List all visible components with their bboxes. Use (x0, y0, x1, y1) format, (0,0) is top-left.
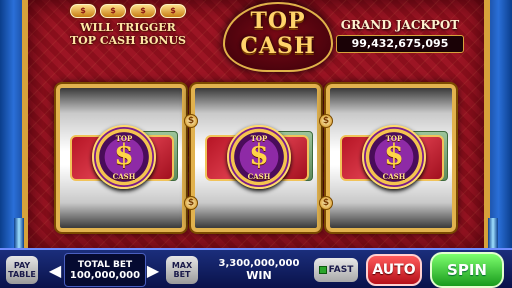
dollar-bolt-icon: $ (319, 114, 333, 128)
jackpot-value: 99,432,675,095 (336, 35, 464, 53)
dollar-gem-icon: $ (130, 4, 156, 18)
dollar-coin-icon: TOP $ CASH (92, 125, 156, 189)
reel-2: TOP $ CASH (191, 84, 321, 232)
dollar-bolt-icon: $ (319, 196, 333, 210)
dollar-coin-icon: TOP $ CASH (362, 125, 426, 189)
bonus-gem-row: $ $ $ $ (58, 4, 198, 18)
reel-3: TOP $ CASH (326, 84, 456, 232)
maxbet-label-line2: BET (173, 270, 191, 279)
auto-spin-button[interactable]: AUTO (366, 254, 422, 286)
cabinet-pole (14, 218, 24, 248)
paytable-label-line1: PAY (13, 261, 31, 270)
total-bet-label: TOTAL BET (77, 259, 133, 270)
max-bet-button[interactable]: MAX BET (166, 256, 198, 284)
top-cash-symbol: TOP $ CASH (70, 125, 178, 191)
coin-bottom-text: CASH (382, 172, 406, 181)
cabinet-pole (488, 218, 498, 248)
dollar-gem-icon: $ (70, 4, 96, 18)
fast-toggle[interactable]: FAST (314, 258, 358, 282)
win-label: WIN (246, 269, 272, 282)
dollar-sign: $ (384, 138, 404, 171)
dollar-sign: $ (249, 138, 269, 171)
maxbet-label-line1: MAX (171, 261, 193, 270)
jackpot-title: GRAND JACKPOT (340, 18, 460, 32)
win-amount: 3,300,000,000 (218, 258, 300, 269)
dollar-bolt-icon: $ (184, 114, 198, 128)
machine-header: $ $ $ $ WILL TRIGGER TOP CASH BONUS TOP … (28, 0, 484, 80)
bonus-text-line1: WILL TRIGGER (80, 21, 176, 34)
increase-bet-arrow-icon[interactable]: ▶ (146, 258, 160, 282)
slot-game-screen: $ $ $ $ WILL TRIGGER TOP CASH BONUS TOP … (0, 0, 512, 288)
paytable-label-line2: TABLE (8, 270, 36, 279)
decrease-bet-arrow-icon[interactable]: ◀ (48, 258, 62, 282)
top-cash-symbol: TOP $ CASH (340, 125, 448, 191)
dollar-gem-icon: $ (100, 4, 126, 18)
bonus-trigger-info: $ $ $ $ WILL TRIGGER TOP CASH BONUS (58, 4, 198, 64)
control-bar: PAY TABLE ◀ TOTAL BET 100,000,000 ▶ MAX … (0, 248, 512, 288)
reel-1: TOP $ CASH (56, 84, 186, 232)
logo-line1: TOP (250, 8, 306, 34)
bonus-text-line2: TOP CASH BONUS (70, 34, 186, 47)
dollar-bolt-icon: $ (184, 196, 198, 210)
grand-jackpot: GRAND JACKPOT 99,432,675,095 (336, 18, 464, 53)
coin-bottom-text: CASH (247, 172, 271, 181)
coin-bottom-text: CASH (112, 172, 136, 181)
dollar-sign: $ (114, 138, 134, 171)
win-display: 3,300,000,000 WIN (212, 253, 306, 287)
paytable-button[interactable]: PAY TABLE (6, 256, 38, 284)
total-bet-display: TOTAL BET 100,000,000 (64, 253, 146, 287)
total-bet-value: 100,000,000 (69, 269, 141, 281)
logo-line2: CASH (240, 33, 316, 59)
checkbox-icon (318, 266, 327, 274)
top-cash-logo: TOP CASH (223, 2, 333, 72)
spin-button[interactable]: SPIN (430, 252, 504, 288)
fast-label: FAST (328, 265, 354, 275)
dollar-gem-icon: $ (160, 4, 186, 18)
top-cash-symbol: TOP $ CASH (205, 125, 313, 191)
dollar-coin-icon: TOP $ CASH (227, 125, 291, 189)
